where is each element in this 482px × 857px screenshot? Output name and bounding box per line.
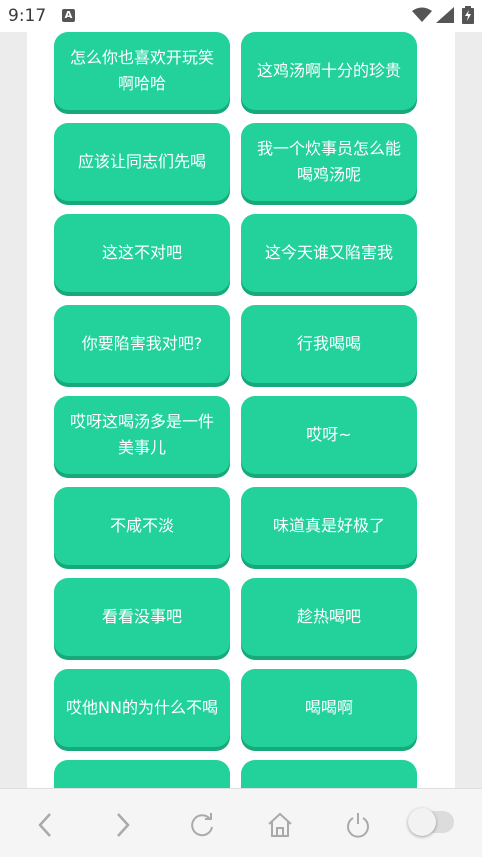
- phrase-label: 你要陷害我对吧?: [81, 334, 203, 353]
- browser-toolbar: [0, 788, 482, 857]
- home-icon[interactable]: [262, 807, 298, 843]
- toggle-switch[interactable]: [408, 808, 454, 836]
- phrase-button[interactable]: 趁热喝吧: [241, 578, 417, 656]
- phrase-button[interactable]: 这鸡汤啊十分的珍贵: [241, 32, 417, 110]
- signal-icon: [436, 7, 454, 27]
- phrase-button[interactable]: 看看没事吧: [54, 578, 230, 656]
- phrase-label: 哎呀这喝汤多是一件美事儿: [69, 412, 214, 457]
- phrase-button[interactable]: 应该让同志们先喝: [54, 123, 230, 201]
- phrase-button[interactable]: 哎他NN的为什么不喝: [54, 669, 230, 747]
- phrase-button[interactable]: [241, 760, 417, 788]
- phrase-label: 这这不对吧: [101, 243, 182, 262]
- phrase-button[interactable]: 这这不对吧: [54, 214, 230, 292]
- wifi-icon: [412, 7, 432, 27]
- phrase-label: 这鸡汤啊十分的珍贵: [256, 61, 401, 80]
- phrase-button[interactable]: 喝喝啊: [241, 669, 417, 747]
- phrase-label: 行我喝喝: [296, 334, 361, 353]
- phrase-label: 喝喝啊: [304, 698, 353, 717]
- phrase-button[interactable]: 这今天谁又陷害我: [241, 214, 417, 292]
- phrase-button[interactable]: 味道真是好极了: [241, 487, 417, 565]
- phrase-board[interactable]: 怎么你也喜欢开玩笑啊哈哈 这鸡汤啊十分的珍贵应该让同志们先喝 我一个炊事员怎么能喝鸡…: [27, 32, 455, 788]
- battery-charging-icon: [462, 6, 474, 28]
- status-bar: 9:17 A: [0, 0, 482, 32]
- phrase-label: 看看没事吧: [101, 607, 182, 626]
- phrase-label: 趁热喝吧: [296, 607, 361, 626]
- phrase-label: 哎他NN的为什么不喝: [66, 698, 218, 717]
- phrase-label: 这今天谁又陷害我: [264, 243, 393, 262]
- page-margin-left: [0, 32, 27, 788]
- forward-icon[interactable]: [105, 807, 141, 843]
- phrase-button[interactable]: 行我喝喝: [241, 305, 417, 383]
- phrase-label: 应该让同志们先喝: [77, 152, 206, 171]
- phrase-label: 我一个炊事员怎么能喝鸡汤呢: [256, 139, 401, 184]
- back-icon[interactable]: [27, 807, 63, 843]
- refresh-icon[interactable]: [184, 807, 220, 843]
- phrase-label: 味道真是好极了: [272, 516, 385, 535]
- phrase-label: 哎呀~: [306, 425, 352, 444]
- status-time: 9:17: [8, 6, 47, 26]
- page-margin-right: [455, 32, 482, 788]
- phrase-label: 怎么你也喜欢开玩笑啊哈哈: [69, 48, 214, 93]
- power-icon[interactable]: [340, 807, 376, 843]
- phrase-button[interactable]: 哎呀这喝汤多是一件美事儿: [54, 396, 230, 474]
- a-letter-icon: A: [62, 9, 75, 22]
- phrase-button[interactable]: 不咸不淡: [54, 487, 230, 565]
- toggle-knob[interactable]: [408, 808, 436, 836]
- phrase-button[interactable]: 我一个炊事员怎么能喝鸡汤呢: [241, 123, 417, 201]
- phrase-button[interactable]: [54, 760, 230, 788]
- phrase-label: 不咸不淡: [109, 516, 174, 535]
- phrase-button[interactable]: 怎么你也喜欢开玩笑啊哈哈: [54, 32, 230, 110]
- phrase-button[interactable]: 你要陷害我对吧?: [54, 305, 230, 383]
- phrase-button[interactable]: 哎呀~: [241, 396, 417, 474]
